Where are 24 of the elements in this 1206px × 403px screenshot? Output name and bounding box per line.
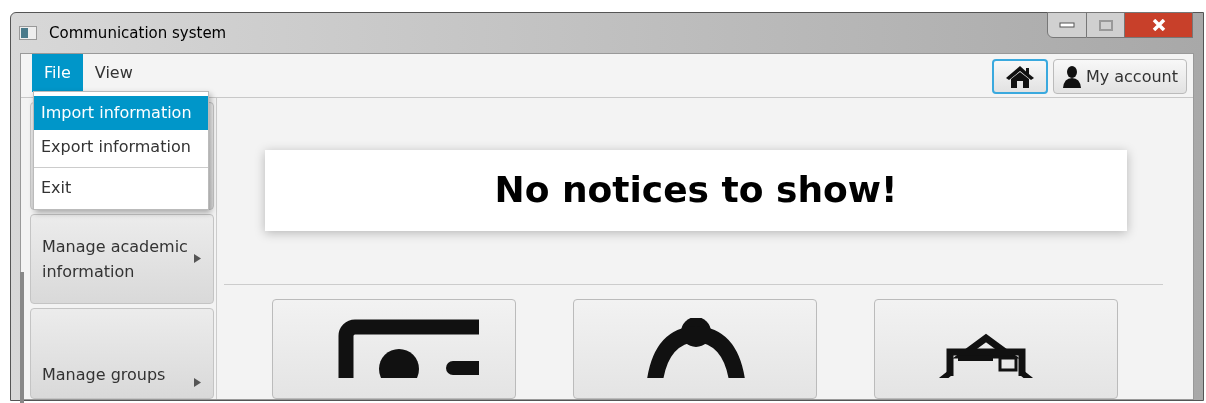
minimize-button[interactable]: [1047, 12, 1087, 38]
menu-option[interactable]: Exit: [34, 171, 208, 205]
close-button[interactable]: [1125, 12, 1193, 38]
home-icon: [1004, 64, 1035, 89]
my-account-button[interactable]: My account: [1052, 59, 1187, 94]
menu-option[interactable]: Export information: [34, 130, 208, 164]
window-title: Communication system: [49, 22, 227, 44]
minimize-icon: [1059, 22, 1075, 28]
notice-banner: No notices to show!: [265, 149, 1127, 231]
maximize-button[interactable]: [1087, 12, 1125, 38]
sidebar-item[interactable]: Manage academic information: [30, 214, 214, 304]
tile-button[interactable]: [272, 299, 516, 399]
caret-icon: [194, 378, 201, 387]
maximize-icon: [1098, 19, 1113, 31]
app-icon: [19, 26, 37, 40]
user-icon: [1061, 65, 1082, 88]
sidebar-item[interactable]: Manage groups: [30, 307, 214, 399]
home-button[interactable]: [991, 59, 1048, 94]
menu-item[interactable]: View: [82, 54, 145, 92]
tile-button[interactable]: [573, 299, 817, 399]
scrollbar[interactable]: [20, 272, 24, 403]
caret-icon: [194, 254, 201, 264]
close-icon: [1150, 19, 1167, 31]
tile-button[interactable]: [874, 299, 1118, 399]
